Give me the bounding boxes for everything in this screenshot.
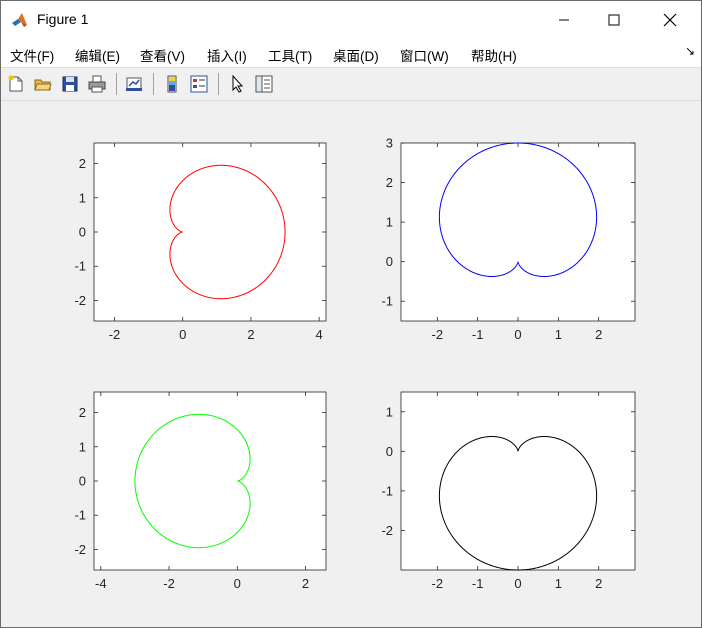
- toolbar-separator: [116, 73, 117, 95]
- y-tick-label: 2: [386, 175, 393, 190]
- link-plot-icon[interactable]: [123, 73, 145, 95]
- property-inspector-icon[interactable]: [253, 73, 275, 95]
- close-button[interactable]: [647, 1, 693, 39]
- axes-background: [400, 142, 636, 322]
- axes-background: [93, 142, 327, 322]
- menu-dock-arrow-icon[interactable]: ↘: [685, 44, 695, 58]
- toolbar-separator: [153, 73, 154, 95]
- maximize-button[interactable]: [591, 1, 637, 39]
- y-tick-label: 1: [386, 404, 393, 419]
- menu-bar: 文件(F) 编辑(E) 查看(V) 插入(I) 工具(T) 桌面(D) 窗口(W…: [1, 39, 701, 67]
- figure-window: Figure 1 文件(F) 编辑(E) 查看(V) 插入(I) 工具(T) 桌…: [0, 0, 702, 628]
- minimize-button[interactable]: [541, 1, 587, 39]
- x-tick-label: 0: [514, 576, 521, 591]
- minimize-icon: [559, 19, 569, 21]
- matlab-logo-icon: [12, 13, 27, 27]
- x-tick-label: 0: [234, 576, 241, 591]
- x-tick-label: -1: [472, 576, 484, 591]
- figure-canvas: -2 0 2 4 -2 -1 0 1 2 -2 -1 0 1 2 -1 0 1 2 3 -4 -2 0 2 -2 -1 0 1 2…: [74, 136, 636, 591]
- x-tick-label: 2: [595, 576, 602, 591]
- x-tick-label: -2: [163, 576, 175, 591]
- open-file-icon[interactable]: [32, 73, 54, 95]
- x-tick-label: -2: [432, 327, 444, 342]
- y-tick-label: -2: [381, 523, 393, 538]
- x-tick-label: 0: [514, 327, 521, 342]
- axes-1[interactable]: -2 0 2 4 -2 -1 0 1 2: [74, 142, 327, 342]
- legend-icon[interactable]: [188, 73, 210, 95]
- menu-help[interactable]: 帮助(H): [471, 45, 517, 65]
- x-tick-label: -4: [95, 576, 107, 591]
- edit-plot-arrow-icon[interactable]: [226, 73, 248, 95]
- y-tick-label: -1: [381, 483, 393, 498]
- menu-insert[interactable]: 插入(I): [207, 45, 247, 65]
- y-tick-label: 2: [79, 156, 86, 171]
- y-tick-label: 0: [79, 474, 86, 489]
- window-title: Figure 1: [37, 11, 89, 27]
- save-icon[interactable]: [59, 73, 81, 95]
- y-tick-label: 1: [79, 190, 86, 205]
- toolbar: [1, 67, 701, 101]
- x-tick-label: -2: [432, 576, 444, 591]
- colorbar-icon[interactable]: [161, 73, 183, 95]
- y-tick-label: 2: [79, 405, 86, 420]
- print-icon[interactable]: [86, 73, 108, 95]
- x-tick-label: -2: [109, 327, 121, 342]
- y-tick-label: 0: [79, 225, 86, 240]
- y-tick-label: 1: [386, 215, 393, 230]
- axes-2[interactable]: -2 -1 0 1 2 -1 0 1 2 3: [381, 136, 636, 343]
- x-tick-label: 1: [555, 327, 562, 342]
- maximize-icon: [608, 14, 620, 26]
- title-bar: Figure 1: [1, 1, 701, 39]
- menu-edit[interactable]: 编辑(E): [75, 45, 120, 65]
- toolbar-separator: [218, 73, 219, 95]
- new-figure-icon[interactable]: [5, 73, 27, 95]
- menu-view[interactable]: 查看(V): [140, 45, 185, 65]
- y-tick-label: -2: [74, 542, 86, 557]
- axes-4[interactable]: -2 -1 0 1 2 -2 -1 0 1: [381, 391, 636, 591]
- menu-file[interactable]: 文件(F): [10, 45, 54, 65]
- axes-background: [400, 391, 636, 571]
- y-tick-label: 0: [386, 254, 393, 269]
- x-tick-label: 4: [316, 327, 323, 342]
- y-tick-label: 0: [386, 444, 393, 459]
- y-tick-label: -1: [74, 508, 86, 523]
- x-tick-label: 1: [555, 576, 562, 591]
- menu-window[interactable]: 窗口(W): [400, 45, 449, 65]
- axes-3[interactable]: -4 -2 0 2 -2 -1 0 1 2: [74, 391, 327, 591]
- x-tick-label: 2: [247, 327, 254, 342]
- menu-tools[interactable]: 工具(T): [268, 45, 312, 65]
- x-tick-label: -1: [472, 327, 484, 342]
- y-tick-label: -2: [74, 293, 86, 308]
- close-icon: [663, 13, 677, 27]
- y-tick-label: 3: [386, 136, 393, 151]
- x-tick-label: 2: [595, 327, 602, 342]
- menu-desktop[interactable]: 桌面(D): [333, 45, 379, 65]
- x-tick-label: 0: [179, 327, 186, 342]
- y-tick-label: -1: [381, 294, 393, 309]
- y-tick-label: 1: [79, 439, 86, 454]
- y-tick-label: -1: [74, 259, 86, 274]
- x-tick-label: 2: [302, 576, 309, 591]
- axes-background: [93, 391, 327, 571]
